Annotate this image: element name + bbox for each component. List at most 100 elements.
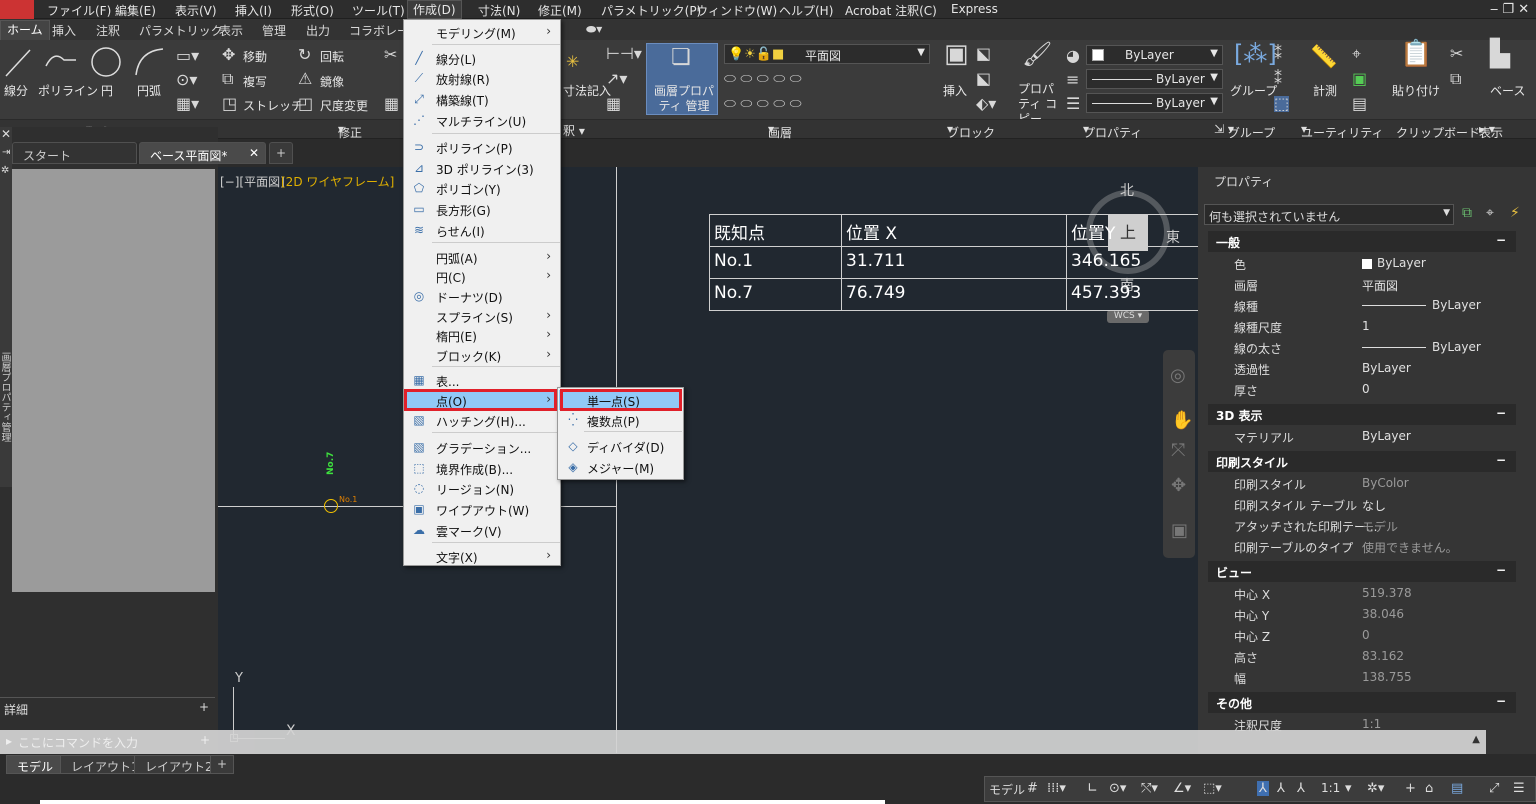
tab-insert[interactable]: 挿入 [52, 22, 76, 39]
scale-chevron-icon[interactable]: ▾ [1345, 781, 1352, 796]
scale-button[interactable]: 尺度変更 [320, 97, 368, 114]
isodraft-icon[interactable]: ⤲▾ [1141, 781, 1158, 796]
tab-home[interactable]: ホーム [0, 20, 50, 40]
copy-button[interactable]: 複写 [243, 73, 267, 90]
dimension-button[interactable]: 寸法記入 [563, 82, 611, 99]
menu-view[interactable]: 表示(V) [175, 2, 217, 19]
menu-item-donut[interactable]: ◎ ドーナツ(D) [405, 286, 560, 306]
tab-model[interactable]: モデル [6, 755, 65, 774]
polyline-button[interactable]: ポリライン [38, 82, 98, 99]
object-snap-icon[interactable]: ∠▾ [1173, 781, 1191, 796]
close-icon[interactable]: ✕ [1, 127, 11, 141]
hardware-accel-icon[interactable]: ⌂ [1425, 781, 1433, 796]
property-row[interactable]: 印刷テーブルのタイプ 使用できません。 [1208, 536, 1516, 557]
color-dropdown[interactable]: ByLayer ▼ [1086, 45, 1223, 65]
customize-menu-icon[interactable]: ☰ [1513, 781, 1525, 796]
menu-format[interactable]: 形式(O) [291, 2, 334, 19]
command-history-icon[interactable]: ▲ [1472, 734, 1480, 745]
polar-icon[interactable]: ⊙▾ [1109, 781, 1126, 796]
property-row[interactable]: 印刷スタイル テーブル なし [1208, 494, 1516, 515]
annotation-visibility-icon[interactable]: ⅄ [1257, 781, 1269, 796]
orbit-icon[interactable]: ✥ [1171, 475, 1186, 496]
steering-wheel-icon[interactable]: ◎ [1170, 365, 1186, 386]
menu-item-block[interactable]: ブロック(K) › [405, 345, 560, 365]
menu-modify[interactable]: 修正(M) [538, 2, 582, 19]
scale-dropdown[interactable]: 1:1 [1321, 781, 1340, 795]
toggle-pickadd-icon[interactable]: ⧉ [1462, 205, 1472, 221]
ortho-icon[interactable]: ∟ [1087, 781, 1098, 796]
model-space-button[interactable]: モデル [989, 781, 1025, 798]
property-row[interactable]: 線の太さ ByLayer [1208, 337, 1516, 358]
layer-dropdown[interactable]: 💡☀🔓■ 平面図 ▼ [724, 44, 930, 64]
menu-item-3d-polyline[interactable]: ⊿ 3D ポリライン(3) [405, 158, 560, 178]
settings-icon[interactable]: ✲ [1, 165, 9, 176]
section-header[interactable]: 3D 表示 − [1208, 404, 1516, 425]
osnap-tracking-icon[interactable]: ⬚▾ [1203, 781, 1222, 796]
tab-parametric[interactable]: パラメトリック [139, 22, 223, 39]
property-row[interactable]: 中心 Z 0 [1208, 625, 1516, 646]
autohide-icon[interactable]: ⇥ [2, 147, 10, 158]
property-row[interactable]: 中心 Y 38.046 [1208, 604, 1516, 625]
menu-item-modeling[interactable]: モデリング(M) › [405, 22, 560, 42]
close-icon[interactable]: ✕ [249, 146, 259, 160]
trim-icon[interactable]: ✂ [384, 47, 397, 63]
property-row[interactable]: 印刷スタイル ByColor [1208, 473, 1516, 494]
linear-dim-icon[interactable]: ⊢⊣▾ [606, 46, 642, 62]
property-row[interactable]: 高さ 83.162 [1208, 646, 1516, 667]
menu-item-region[interactable]: ◌ リージョン(N) [405, 478, 560, 498]
arc-button[interactable]: 円弧 [137, 82, 161, 99]
create-block-icon[interactable]: ⬕ [976, 46, 991, 62]
rectangle-icon[interactable]: ▭▾ [176, 48, 199, 64]
menu-file[interactable]: ファイル(F) [47, 2, 111, 19]
menu-edit[interactable]: 編集(E) [115, 2, 156, 19]
menu-item-helix[interactable]: ≋ らせん(I) [405, 220, 560, 240]
submenu-item-multiple-points[interactable]: ⁛ 複数点(P) [559, 410, 682, 430]
panel-annotation[interactable]: 釈 ▾ [563, 122, 585, 139]
menu-parametric[interactable]: パラメトリック(P) [601, 2, 701, 19]
layer-tools-row1-icon[interactable]: ⬭ ⬭ ⬭ ⬭ ⬭ [724, 71, 802, 87]
menu-item-construction-line[interactable]: ⤢ 構築線(T) [405, 89, 560, 109]
property-row[interactable]: 線種尺度 1 [1208, 316, 1516, 337]
stretch-button[interactable]: ストレッチ [243, 97, 303, 114]
edit-block-icon[interactable]: ⬕ [976, 71, 991, 87]
viewcube-north[interactable]: 北 [1120, 180, 1134, 200]
tab-manage[interactable]: 管理 [262, 22, 286, 39]
block-attr-icon[interactable]: ⬖▾ [976, 96, 996, 112]
details-bar[interactable]: 詳細 + [0, 697, 215, 717]
tab-output[interactable]: 出力 [306, 22, 330, 39]
zoom-extents-icon[interactable]: ⤧ [1171, 440, 1185, 461]
menu-item-gradient[interactable]: ▧ グラデーション... [405, 437, 560, 457]
group-edit-icon[interactable]: ⁑ [1274, 71, 1282, 87]
section-header[interactable]: 印刷スタイル − [1208, 451, 1516, 472]
menu-item-circle[interactable]: 円(C) › [405, 266, 560, 286]
paste-button[interactable]: 貼り付け [1392, 82, 1440, 99]
linetype-dropdown[interactable]: ByLayer ▼ [1086, 69, 1223, 89]
snap-icon[interactable]: ⁞⁞⁞▾ [1047, 781, 1066, 796]
menu-item-table[interactable]: ▦ 表... [405, 370, 560, 390]
menu-item-line[interactable]: ╱ 線分(L) [405, 48, 560, 68]
property-row[interactable]: アタッチされた印刷テー... モデル [1208, 515, 1516, 536]
menu-item-wipeout[interactable]: ▣ ワイプアウト(W) [405, 499, 560, 519]
insert-button[interactable]: 挿入 [943, 82, 967, 99]
app-menu-button[interactable] [0, 0, 34, 19]
cut-icon[interactable]: ✂ [1450, 46, 1463, 62]
property-row[interactable]: 中心 X 519.378 [1208, 583, 1516, 604]
menu-item-ray[interactable]: ⟋ 放射線(R) [405, 68, 560, 88]
new-layout-button[interactable]: + [210, 755, 235, 774]
auto-scale-icon[interactable]: ⅄ [1277, 781, 1285, 796]
command-line[interactable]: ▸ ここにコマンドを入力 + ▲ [0, 730, 1486, 754]
tab-view[interactable]: 表示 [219, 22, 243, 39]
panel-view[interactable]: 表示 ▸ ▾ [1479, 122, 1503, 140]
layer-properties-button[interactable]: ❏ 画層プロパティ 管理 [646, 43, 718, 115]
table-icon[interactable]: ▦▾ [176, 96, 199, 112]
window-controls-icon[interactable]: ‒ ❐ ✕ [1490, 2, 1529, 17]
property-row[interactable]: 画層 平面図 [1208, 274, 1516, 295]
isolate-icon[interactable]: ▤ [1451, 781, 1463, 796]
menu-help[interactable]: ヘルプ(H) [779, 2, 833, 19]
base-button[interactable]: ベース [1490, 82, 1525, 99]
wcs-dropdown[interactable]: WCS ▾ [1107, 310, 1149, 323]
panel-modify[interactable]: 修正 ▾ [338, 122, 362, 140]
command-input[interactable]: ここにコマンドを入力 [18, 734, 138, 751]
quick-select-icon[interactable]: ⚡ [1510, 205, 1520, 221]
hatch-icon[interactable]: ⊙▾ [176, 72, 197, 88]
